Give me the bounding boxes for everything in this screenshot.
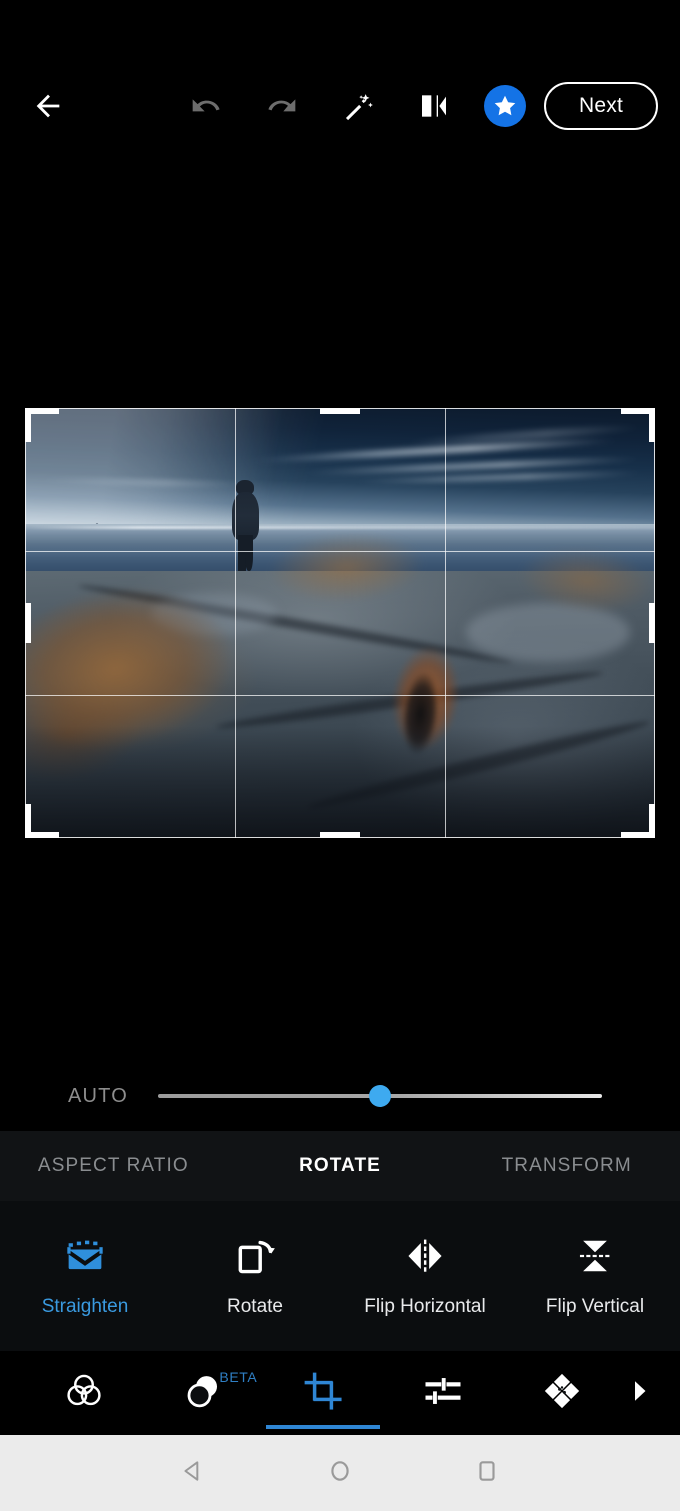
bottom-tool-bar: BETA (0, 1351, 680, 1435)
bottom-item-more-tools[interactable] (622, 1351, 656, 1435)
auto-label[interactable]: AUTO (68, 1085, 128, 1108)
arrow-left-icon[interactable] (22, 80, 74, 132)
photo-image (25, 408, 655, 838)
straighten-icon (64, 1234, 106, 1278)
slider-thumb[interactable] (369, 1085, 391, 1107)
bottom-item-masking[interactable]: BETA (144, 1351, 264, 1435)
active-tab-indicator (265, 1425, 380, 1429)
next-button[interactable]: Next (544, 82, 658, 130)
crop-frame[interactable] (25, 408, 655, 838)
photo-dry-grass-mid (248, 513, 444, 621)
crop-handle-left-center[interactable] (25, 603, 31, 643)
beta-badge: BETA (219, 1369, 258, 1385)
before-after-compare-icon[interactable] (408, 80, 460, 132)
top-toolbar: Next (0, 60, 680, 152)
photo-canvas[interactable] (0, 152, 680, 1061)
crop-handle-bottom-left[interactable] (25, 804, 31, 838)
more-tools-icon (622, 1370, 656, 1417)
healing-icon (541, 1370, 583, 1417)
flip-horizontal-icon (404, 1234, 446, 1278)
undo-icon[interactable] (180, 80, 232, 132)
straighten-slider[interactable] (158, 1081, 602, 1111)
crop-handle-top-right[interactable] (649, 408, 655, 442)
cloud-streak (352, 470, 643, 485)
straighten-slider-row: AUTO (0, 1061, 680, 1131)
redo-icon[interactable] (256, 80, 308, 132)
tool-flip-horizontal[interactable]: Flip Horizontal (340, 1234, 510, 1318)
crop-grid-line (25, 694, 655, 696)
tool-label: Flip Horizontal (364, 1296, 486, 1317)
cloud-streak (37, 477, 252, 488)
crop-handle-top-left[interactable] (25, 408, 31, 442)
tool-flip-vertical[interactable]: Flip Vertical (510, 1234, 680, 1318)
tab-rotate[interactable]: ROTATE (227, 1155, 454, 1177)
crop-tabs: ASPECT RATIO ROTATE TRANSFORM (0, 1131, 680, 1201)
color-mix-icon (63, 1370, 105, 1417)
crop-handle-bottom-center[interactable] (320, 832, 360, 838)
star-badge-icon[interactable] (484, 85, 526, 127)
nav-back-triangle-icon[interactable] (180, 1458, 206, 1489)
crop-grid-line (444, 408, 446, 838)
tool-straighten[interactable]: Straighten (0, 1234, 170, 1318)
status-bar (0, 0, 680, 60)
crop-grid-line (25, 551, 655, 553)
tool-label: Straighten (41, 1296, 129, 1317)
tool-label: Flip Vertical (545, 1296, 645, 1317)
nav-home-circle-icon[interactable] (327, 1458, 353, 1489)
crop-handle-bottom-right[interactable] (649, 804, 655, 838)
crop-handle-right-center[interactable] (649, 603, 655, 643)
rotate-tools-row: Straighten Rotate Flip Horizontal Flip V… (0, 1201, 680, 1351)
tool-rotate[interactable]: Rotate (170, 1234, 340, 1318)
crop-grid-line (234, 408, 236, 838)
photo-dry-grass-right (499, 528, 655, 632)
tab-aspect-ratio[interactable]: ASPECT RATIO (0, 1155, 227, 1177)
bottom-item-light[interactable] (383, 1351, 503, 1435)
crop-icon (302, 1370, 344, 1417)
bottom-item-crop[interactable] (263, 1351, 383, 1435)
bottom-item-healing[interactable] (502, 1351, 622, 1435)
crop-handle-top-center[interactable] (320, 408, 360, 414)
tab-transform[interactable]: TRANSFORM (453, 1155, 680, 1177)
bottom-item-color-mix[interactable] (24, 1351, 144, 1435)
photo-sky (25, 408, 655, 525)
app-root: Next AUTO ASPECT RATIO ROTATE TRANSFORM … (0, 0, 680, 1511)
light-sliders-icon (422, 1370, 464, 1417)
nav-recents-square-icon[interactable] (474, 1458, 500, 1489)
masking-icon (182, 1370, 224, 1417)
rotate-icon (234, 1234, 276, 1278)
flip-vertical-icon (574, 1234, 616, 1278)
magic-wand-icon[interactable] (332, 80, 384, 132)
photo-foreground-shadow (25, 726, 655, 838)
tool-label: Rotate (227, 1296, 283, 1317)
android-navigation-bar (0, 1435, 680, 1511)
